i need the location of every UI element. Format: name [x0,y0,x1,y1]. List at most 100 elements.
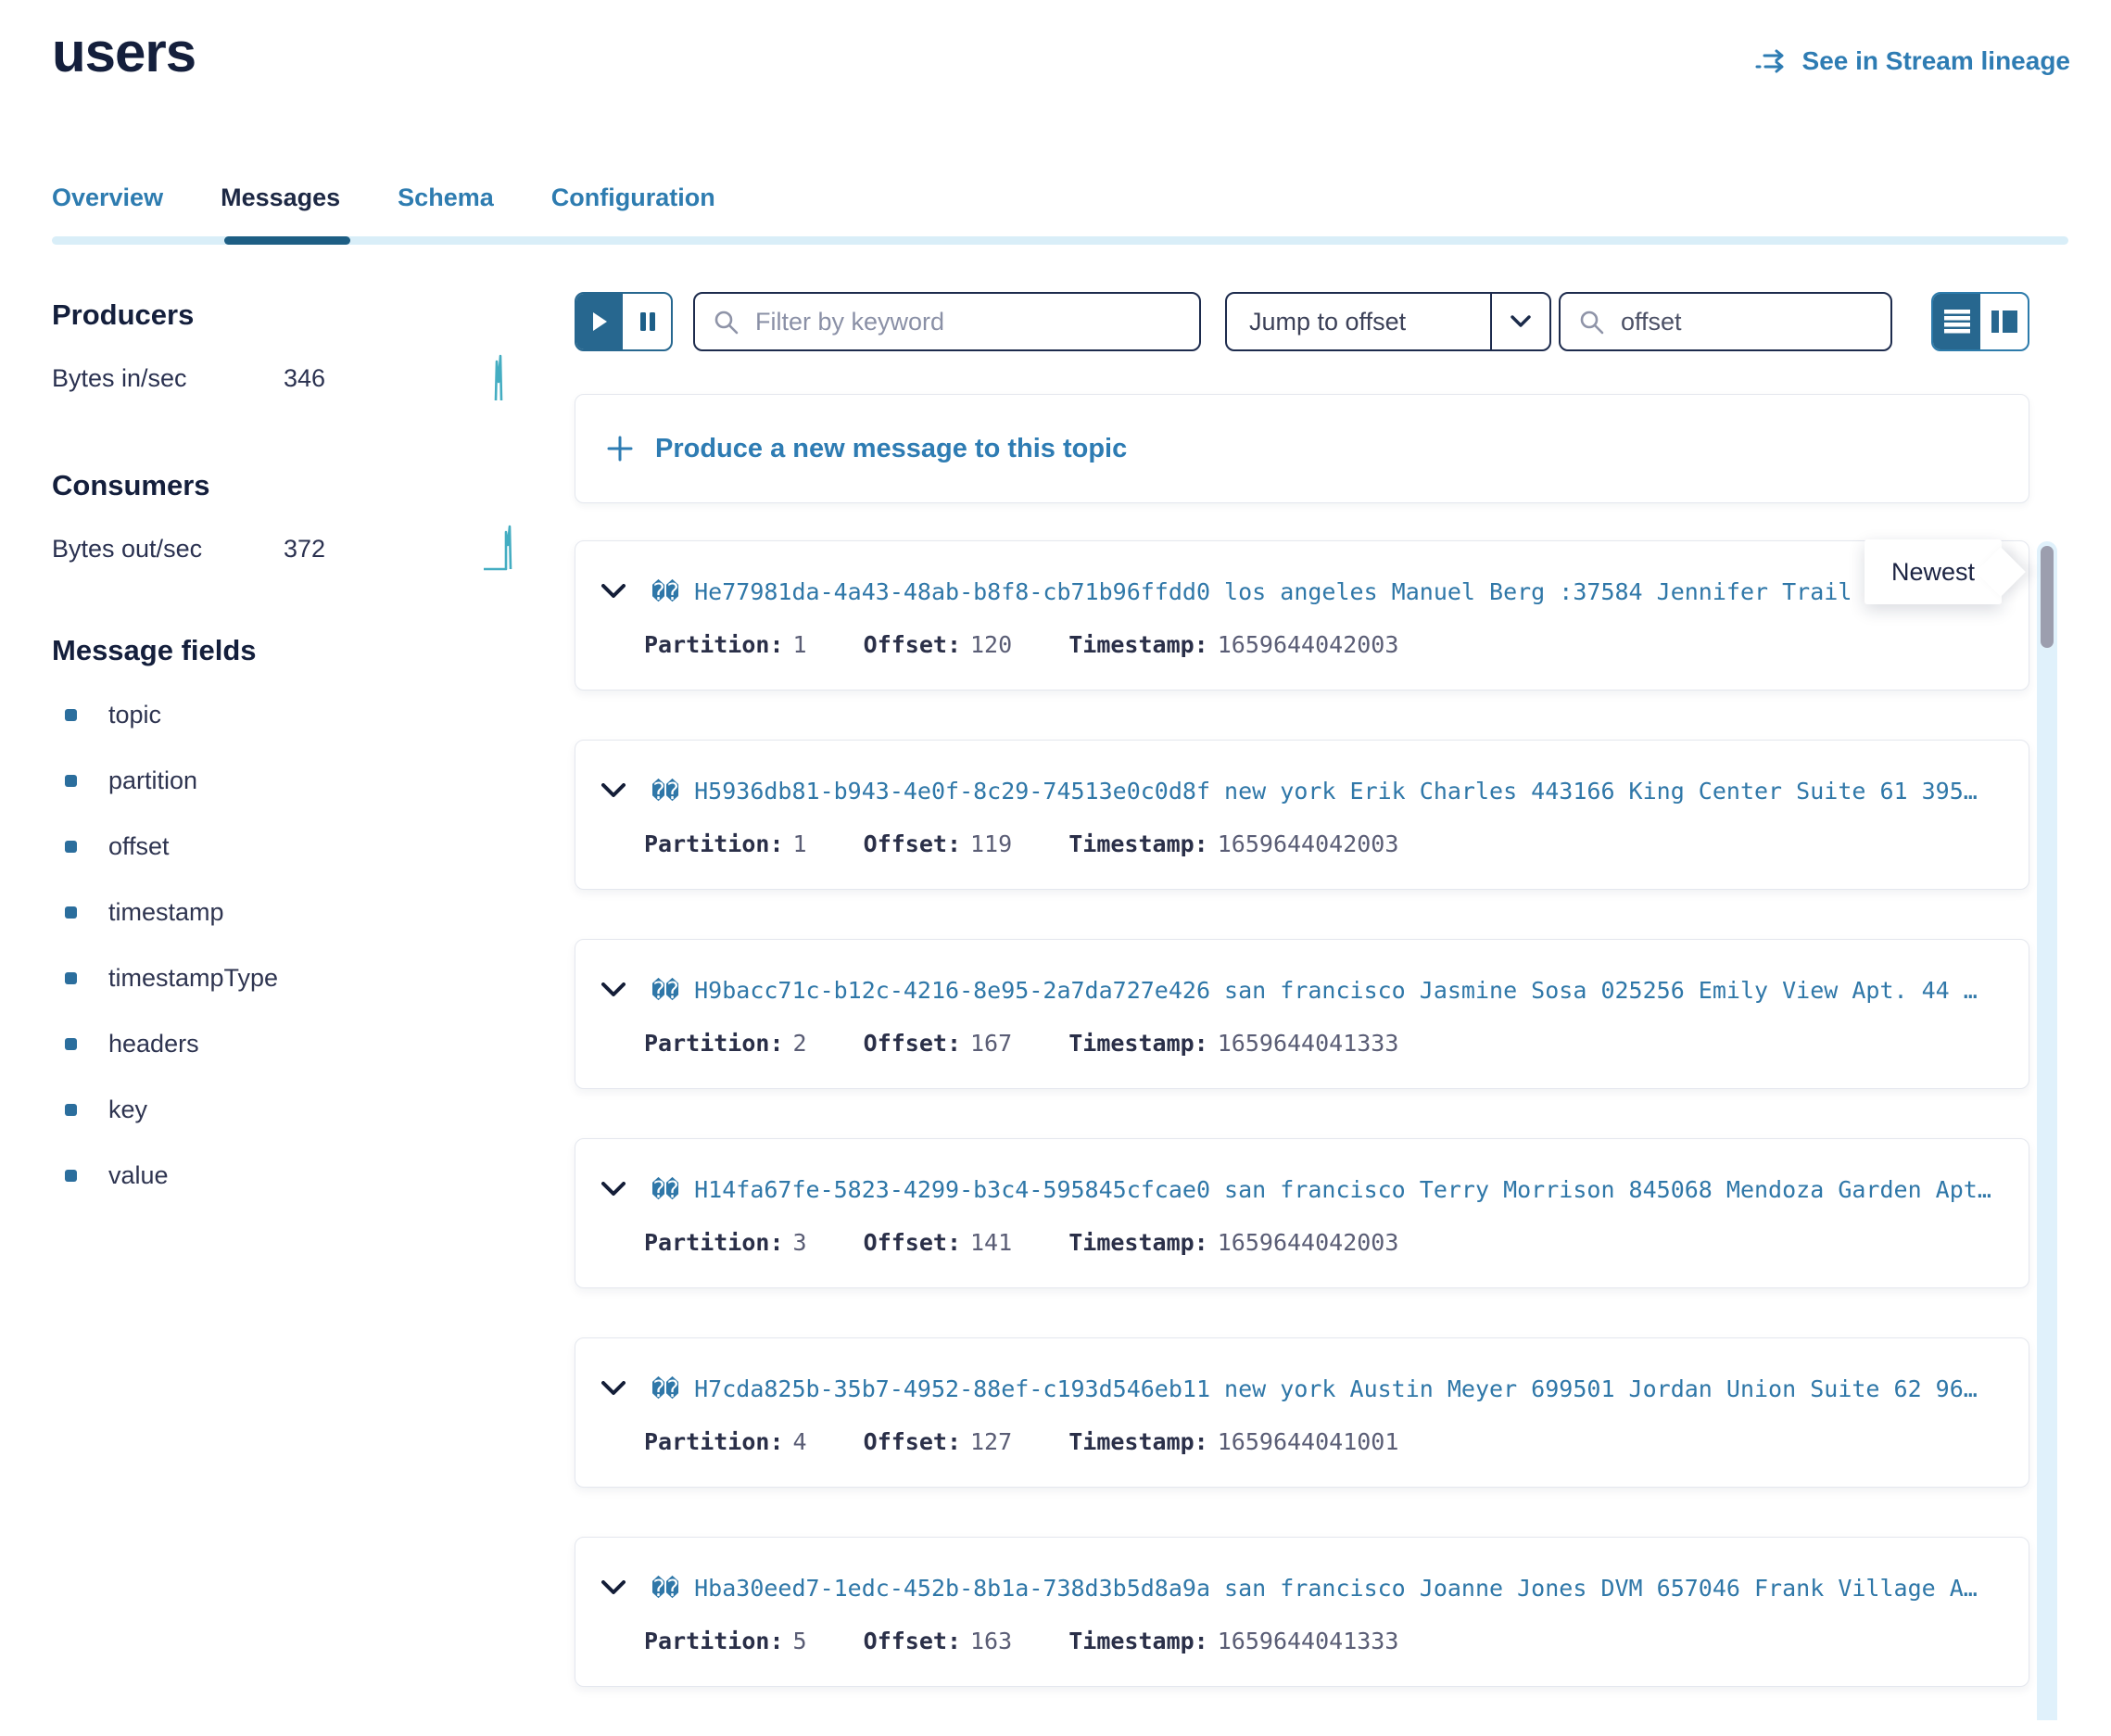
message-row[interactable]: �� Hba30eed7-1edc-452b-8b1a-738d3b5d8a9a… [575,1537,2029,1687]
tab-overview[interactable]: Overview [52,182,163,214]
offset-label: Offset: [864,1628,961,1654]
square-bullet-icon [65,906,77,919]
partition-value: 5 [793,1628,807,1654]
field-label: topic [108,701,161,729]
timestamp-value: 1659644041333 [1218,1628,1399,1654]
timestamp-label: Timestamp: [1068,830,1208,857]
partition-label: Partition: [644,1030,784,1057]
message-row[interactable]: �� He77981da-4a43-48ab-b8f8-cb71b96ffdd0… [575,540,2029,691]
list-view-icon [1944,310,1970,334]
list-view-button[interactable] [1933,294,1980,349]
tab-active-underline [224,236,350,245]
square-bullet-icon [65,775,77,787]
messages-panel: Jump to offset [575,278,2029,1736]
field-item-key: key [65,1096,523,1124]
message-value-preview: H9bacc71c-b12c-4216-8e95-2a7da727e426 sa… [694,977,2004,1004]
filter-input[interactable] [753,307,1182,337]
view-toggle [1931,292,2029,351]
stream-lineage-link[interactable]: See in Stream lineage [1754,46,2070,76]
message-row[interactable]: �� H5936db81-b943-4e0f-8c29-74513e0c0d8f… [575,740,2029,890]
expand-chevron-icon[interactable] [601,1182,626,1197]
timestamp-label: Timestamp: [1068,1628,1208,1654]
partition-label: Partition: [644,1428,784,1455]
pause-button[interactable] [626,294,672,349]
expand-chevron-icon[interactable] [601,584,626,600]
bytes-in-stat: Bytes in/sec 346 [52,354,523,402]
field-item-value: value [65,1161,523,1190]
bytes-out-stat: Bytes out/sec 372 [52,525,523,573]
message-key-bytes: �� [651,1176,679,1203]
offset-input[interactable] [1619,307,1874,337]
play-icon [591,311,608,332]
message-list: �� He77981da-4a43-48ab-b8f8-cb71b96ffdd0… [575,540,2029,1687]
field-label: headers [108,1030,199,1058]
tab-messages[interactable]: Messages [221,182,340,214]
message-key-bytes: �� [651,1575,679,1602]
toolbar-spacer [1892,292,1931,351]
chevron-down-icon [1492,294,1549,349]
page-title: users [52,20,196,84]
bytes-in-sparkline [486,354,523,402]
timestamp-value: 1659644042003 [1218,830,1399,857]
field-item-timestampType: timestampType [65,964,523,993]
offset-value: 167 [970,1030,1012,1057]
timestamp-value: 1659644041001 [1218,1428,1399,1455]
bytes-in-label: Bytes in/sec [52,364,284,393]
offset-value: 119 [970,830,1012,857]
split-view-button[interactable] [1980,294,2028,349]
message-key-bytes: �� [651,977,679,1004]
message-value-preview: H7cda825b-35b7-4952-88ef-c193d546eb11 ne… [694,1375,2004,1402]
message-fields-heading: Message fields [52,634,523,667]
square-bullet-icon [65,972,77,984]
field-item-offset: offset [65,832,523,861]
offset-value: 127 [970,1428,1012,1455]
message-list-scrollbar[interactable] [2037,541,2057,1720]
search-icon [1577,308,1605,336]
square-bullet-icon [65,1104,77,1116]
producers-section: Producers Bytes in/sec 346 [52,298,523,402]
pause-icon [638,310,657,333]
message-row[interactable]: �� H14fa67fe-5823-4299-b3c4-595845cfcae0… [575,1138,2029,1288]
messages-toolbar: Jump to offset [575,292,2029,351]
expand-chevron-icon[interactable] [601,1381,626,1397]
offset-label: Offset: [864,1030,961,1057]
field-item-topic: topic [65,701,523,729]
offset-label: Offset: [864,631,961,658]
message-row[interactable]: �� H7cda825b-35b7-4952-88ef-c193d546eb11… [575,1337,2029,1488]
field-label: partition [108,767,197,795]
message-row[interactable]: �� H9bacc71c-b12c-4216-8e95-2a7da727e426… [575,939,2029,1089]
plus-icon [607,436,633,462]
expand-chevron-icon[interactable] [601,982,626,998]
play-pause-control [575,292,673,351]
scrollbar-thumb[interactable] [2041,546,2054,648]
offset-label: Offset: [864,1229,961,1256]
message-key-bytes: �� [651,1375,679,1402]
play-button[interactable] [576,294,626,349]
message-key-bytes: �� [651,778,679,805]
field-label: offset [108,832,170,861]
field-item-headers: headers [65,1030,523,1058]
partition-label: Partition: [644,631,784,658]
tab-schema[interactable]: Schema [398,182,494,214]
newest-tooltip: Newest [1865,539,2002,604]
field-label: key [108,1096,147,1124]
timestamp-label: Timestamp: [1068,1229,1208,1256]
message-key-bytes: �� [651,578,679,605]
split-view-icon [1991,310,2018,334]
tab-configuration[interactable]: Configuration [551,182,715,214]
partition-label: Partition: [644,1628,784,1654]
newest-tooltip-label: Newest [1891,558,1975,587]
expand-chevron-icon[interactable] [601,783,626,799]
jump-to-offset-select[interactable]: Jump to offset [1225,292,1551,351]
offset-label: Offset: [864,1428,961,1455]
jump-to-offset-label: Jump to offset [1227,294,1490,349]
field-label: timestamp [108,898,224,927]
produce-message-button[interactable]: Produce a new message to this topic [575,394,2029,503]
search-icon [712,308,739,336]
timestamp-label: Timestamp: [1068,1030,1208,1057]
offset-label: Offset: [864,830,961,857]
message-value-preview: H5936db81-b943-4e0f-8c29-74513e0c0d8f ne… [694,778,2004,805]
expand-chevron-icon[interactable] [601,1580,626,1596]
message-fields-list: topic partition offset timestamp timesta… [52,701,523,1190]
field-label: timestampType [108,964,278,993]
